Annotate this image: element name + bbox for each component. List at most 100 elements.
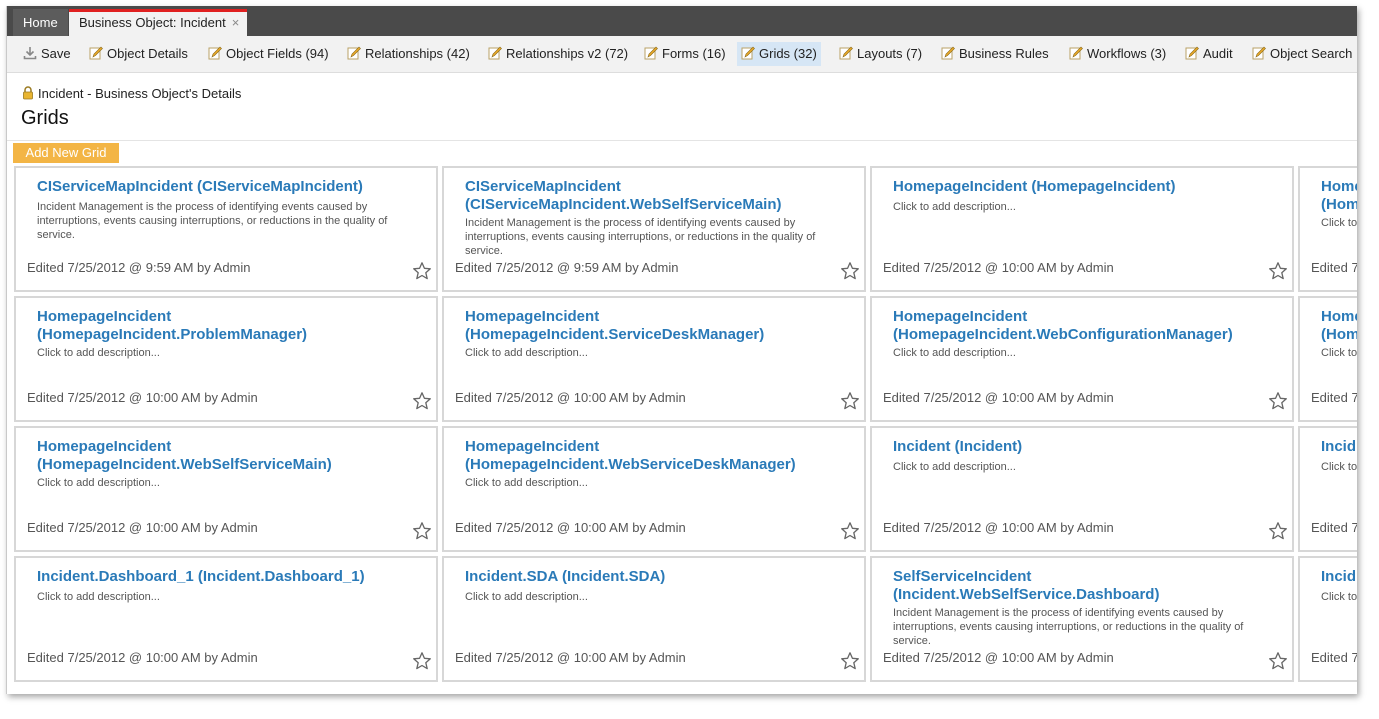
grid-card-description[interactable]: Click to add description... [893, 200, 1276, 214]
grid-card-title[interactable]: Incident (Incident) [893, 438, 1282, 456]
grid-card-title[interactable]: Home(Hom [1321, 308, 1357, 344]
relationships-button[interactable]: Relationships (42) [343, 42, 474, 66]
grid-card-description[interactable]: Click to add description... [37, 346, 420, 360]
star-icon[interactable] [1268, 391, 1288, 411]
business-rules-label: Business Rules [959, 46, 1049, 61]
divider [7, 140, 1357, 141]
forms-label: Forms (16) [662, 46, 726, 61]
layouts-button[interactable]: Layouts (7) [835, 42, 926, 66]
grid-card-title[interactable]: Incident.SDA (Incident.SDA) [465, 568, 854, 586]
tab-home[interactable]: Home [13, 9, 68, 36]
grid-card-title-line2: (Hom [1321, 196, 1357, 213]
grids-button[interactable]: Grids (32) [737, 42, 821, 66]
audit-button[interactable]: Audit [1181, 42, 1237, 66]
grid-card-title-line1: HomepageIncident [893, 308, 1028, 325]
star-icon[interactable] [412, 521, 432, 541]
object-details-button[interactable]: Object Details [85, 42, 192, 66]
star-icon[interactable] [840, 391, 860, 411]
grid-card-title-line1: Incident.Dashboard_1 (Incident.Dashboard… [37, 568, 365, 585]
edit-pencil-icon [208, 46, 222, 60]
breadcrumb-label: Incident - Business Object's Details [38, 86, 242, 101]
grid-card-title[interactable]: SelfServiceIncident (Incident.WebSelfServ… [893, 568, 1282, 604]
star-icon[interactable] [840, 651, 860, 671]
grid-card-description[interactable]: Click to add description... [893, 346, 1276, 360]
grid-card[interactable]: SelfServiceIncident (Incident.WebSelfServ… [870, 556, 1294, 682]
grid-card[interactable]: Incident.Dashboard_1 (Incident.Dashboard… [14, 556, 438, 682]
business-rules-button[interactable]: Business Rules [937, 42, 1053, 66]
grid-card-title[interactable]: CIServiceMapIncident (CIServiceMapInciden… [465, 178, 854, 214]
close-icon[interactable]: × [232, 15, 240, 30]
star-icon[interactable] [840, 521, 860, 541]
lock-icon [23, 86, 33, 100]
add-new-grid-button[interactable]: Add New Grid [13, 143, 119, 163]
grid-card-title-line1: Incid [1321, 568, 1357, 585]
audit-label: Audit [1203, 46, 1233, 61]
grid-card-title-line1: Incident.SDA (Incident.SDA) [465, 568, 666, 585]
object-fields-button[interactable]: Object Fields (94) [204, 42, 333, 66]
grid-card-description[interactable]: Incident Management is the process of id… [37, 200, 420, 242]
grid-card-description[interactable]: Click to add description... [37, 590, 420, 604]
grid-card-title[interactable]: Home(Hom [1321, 178, 1357, 214]
grid-card[interactable]: HomepageIncident (HomepageIncident.WebCon… [870, 296, 1294, 422]
grid-card-description[interactable]: Click to [1321, 346, 1357, 360]
object-search-label: Object Search [1270, 46, 1353, 61]
object-search-button[interactable]: Object Search [1248, 42, 1356, 66]
star-icon[interactable] [840, 261, 860, 281]
grid-card-edited: Edited 7/25/2012 @ 10:00 AM by Admin [27, 390, 258, 405]
grid-card-title[interactable]: HomepageIncident (HomepageIncident) [893, 178, 1282, 196]
grid-card-title-line2: (HomepageIncident.WebServiceDeskManager) [465, 456, 796, 473]
grid-card-description[interactable]: Click to add description... [37, 476, 420, 490]
grid-card-description[interactable]: Incident Management is the process of id… [893, 606, 1276, 648]
grid-card[interactable]: HomepageIncident (HomepageIncident.Servic… [442, 296, 866, 422]
star-icon[interactable] [412, 261, 432, 281]
grid-card[interactable]: Incid Click to Edited 7/ [1298, 426, 1357, 552]
grid-card-title[interactable]: Incid [1321, 568, 1357, 586]
grid-card-title[interactable]: HomepageIncident (HomepageIncident.WebSel… [37, 438, 426, 474]
grid-card[interactable]: Incident.SDA (Incident.SDA) Click to add … [442, 556, 866, 682]
grid-card-title[interactable]: CIServiceMapIncident (CIServiceMapIncide… [37, 178, 426, 196]
grid-card[interactable]: Home(Hom Click to Edited 7/ [1298, 166, 1357, 292]
grid-card[interactable]: HomepageIncident (HomepageIncident.Proble… [14, 296, 438, 422]
grid-card-description[interactable]: Click to add description... [465, 476, 848, 490]
relationships-v2-button[interactable]: Relationships v2 (72) [484, 42, 632, 66]
star-icon[interactable] [1268, 651, 1288, 671]
edit-pencil-icon [941, 46, 955, 60]
star-icon[interactable] [1268, 521, 1288, 541]
grid-card-title-line2: (HomepageIncident.ServiceDeskManager) [465, 326, 765, 343]
grid-card[interactable]: HomepageIncident (HomepageIncident.WebSer… [442, 426, 866, 552]
tab-business-object-incident[interactable]: Business Object: Incident × [69, 9, 248, 36]
grid-card-title-line2: (Incident.WebSelfService.Dashboard) [893, 586, 1160, 603]
grid-card-title[interactable]: Incident.Dashboard_1 (Incident.Dashboard… [37, 568, 426, 586]
grid-card-title[interactable]: HomepageIncident (HomepageIncident.WebCon… [893, 308, 1282, 344]
star-icon[interactable] [1268, 261, 1288, 281]
grid-card[interactable]: HomepageIncident (HomepageIncident.WebSel… [14, 426, 438, 552]
edit-pencil-icon [839, 46, 853, 60]
grid-card[interactable]: CIServiceMapIncident (CIServiceMapInciden… [442, 166, 866, 292]
grid-card-description[interactable]: Click to add description... [893, 460, 1276, 474]
grid-card-description[interactable]: Click to [1321, 590, 1357, 604]
grid-card-description[interactable]: Click to add description... [465, 346, 848, 360]
grid-card-edited: Edited 7/ [1311, 650, 1357, 665]
grid-card-title[interactable]: Incid [1321, 438, 1357, 456]
tab-bar: Home Business Object: Incident × [7, 6, 1357, 36]
grid-card-description[interactable]: Click to [1321, 460, 1357, 474]
star-icon[interactable] [412, 391, 432, 411]
grid-card-description[interactable]: Click to add description... [465, 590, 848, 604]
grid-card-title[interactable]: HomepageIncident (HomepageIncident.Servic… [465, 308, 854, 344]
grid-card[interactable]: CIServiceMapIncident (CIServiceMapIncide… [14, 166, 438, 292]
star-icon[interactable] [412, 651, 432, 671]
save-button[interactable]: Save [19, 42, 75, 66]
grid-card[interactable]: Home(Hom Click to Edited 7/ [1298, 296, 1357, 422]
forms-button[interactable]: Forms (16) [640, 42, 730, 66]
grid-card[interactable]: HomepageIncident (HomepageIncident) Click… [870, 166, 1294, 292]
grid-card-description[interactable]: Click to [1321, 216, 1357, 230]
grid-card-description[interactable]: Incident Management is the process of id… [465, 216, 848, 258]
bottom-edge [7, 682, 1357, 694]
grid-card-edited: Edited 7/25/2012 @ 10:00 AM by Admin [883, 390, 1114, 405]
grids-label: Grids (32) [759, 46, 817, 61]
grid-card-title[interactable]: HomepageIncident (HomepageIncident.WebSer… [465, 438, 854, 474]
grid-card[interactable]: Incid Click to Edited 7/ [1298, 556, 1357, 682]
grid-card-title[interactable]: HomepageIncident (HomepageIncident.Proble… [37, 308, 426, 344]
workflows-button[interactable]: Workflows (3) [1065, 42, 1170, 66]
grid-card[interactable]: Incident (Incident) Click to add descript… [870, 426, 1294, 552]
